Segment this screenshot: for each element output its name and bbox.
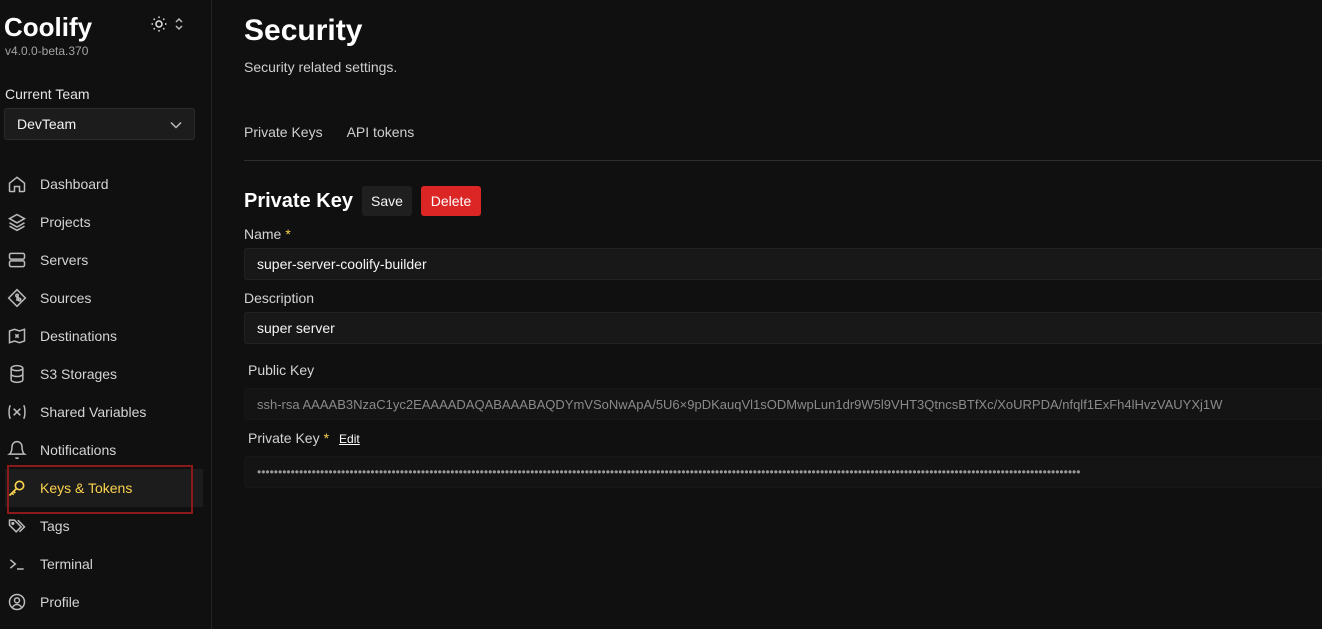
main-content: Security Security related settings. Priv…	[244, 0, 1322, 629]
sidebar-item-label: Projects	[40, 214, 91, 230]
profile-icon	[6, 591, 28, 613]
sidebar-item-tags[interactable]: Tags	[0, 507, 212, 545]
sidebar-item-label: Terminal	[40, 556, 93, 572]
sidebar-item-s3-storages[interactable]: S3 Storages	[0, 355, 212, 393]
save-button[interactable]: Save	[362, 186, 412, 216]
sidebar-item-notifications[interactable]: Notifications	[0, 431, 212, 469]
git-icon	[6, 287, 28, 309]
database-icon	[6, 363, 28, 385]
public-key-field[interactable]: ssh-rsa AAAAB3NzaC1yc2EAAAADAQABAAABAQDY…	[244, 388, 1322, 420]
private-key-label: Private Key * Edit	[248, 430, 360, 446]
tags-icon	[6, 515, 28, 537]
masked-value: ••••••••••••••••••••••••••••••••••••••••…	[257, 465, 1081, 479]
section-title: Private Key	[244, 190, 353, 212]
home-icon	[6, 173, 28, 195]
delete-button[interactable]: Delete	[421, 186, 481, 216]
sidebar-item-label: Shared Variables	[40, 404, 147, 420]
sidebar-item-label: S3 Storages	[40, 366, 118, 382]
page-subtitle: Security related settings.	[244, 59, 398, 75]
sun-icon	[150, 15, 168, 38]
team-select[interactable]: DevTeam	[4, 108, 195, 140]
name-field[interactable]: super-server-coolify-builder	[244, 248, 1322, 280]
variable-icon	[6, 401, 28, 423]
theme-toggle[interactable]	[150, 14, 190, 38]
destination-icon	[6, 325, 28, 347]
sidebar-item-profile[interactable]: Profile	[0, 583, 212, 621]
layers-icon	[6, 211, 28, 233]
sidebar-item-label: Keys & Tokens	[40, 480, 133, 496]
sidebar-item-label: Servers	[40, 252, 89, 268]
sidebar-item-dashboard[interactable]: Dashboard	[0, 165, 212, 203]
sidebar-item-destinations[interactable]: Destinations	[0, 317, 212, 355]
chevron-down-icon	[170, 116, 182, 132]
sidebar-item-label: Destinations	[40, 328, 118, 344]
current-team-label: Current Team	[5, 86, 90, 102]
sidebar-item-label: Profile	[40, 594, 80, 610]
edit-link[interactable]: Edit	[339, 432, 360, 446]
sidebar-item-shared-variables[interactable]: Shared Variables	[0, 393, 212, 431]
divider	[244, 160, 1322, 161]
tabs: Private Keys API tokens	[244, 124, 414, 140]
team-select-value: DevTeam	[17, 116, 77, 132]
sidebar-item-terminal[interactable]: Terminal	[0, 545, 212, 583]
tab-api-tokens[interactable]: API tokens	[347, 124, 415, 140]
sidebar-item-sources[interactable]: Sources	[0, 279, 212, 317]
required-mark: *	[285, 226, 291, 242]
private-key-field[interactable]: ••••••••••••••••••••••••••••••••••••••••…	[244, 456, 1322, 488]
server-icon	[6, 249, 28, 271]
sidebar-item-label: Dashboard	[40, 176, 109, 192]
public-key-label: Public Key	[248, 362, 315, 378]
sidebar-nav: Dashboard Projects Servers Sources Desti…	[0, 165, 212, 621]
bell-icon	[6, 439, 28, 461]
sidebar-item-label: Sources	[40, 290, 92, 306]
app-version: v4.0.0-beta.370	[5, 44, 89, 58]
sidebar-item-servers[interactable]: Servers	[0, 241, 212, 279]
sidebar: Coolify v4.0.0-beta.370 Current Team Dev…	[0, 0, 212, 629]
key-icon	[6, 477, 28, 499]
sidebar-item-label: Notifications	[40, 442, 117, 458]
page-title: Security	[244, 14, 363, 47]
private-key-label-text: Private Key	[248, 430, 320, 446]
app-logo[interactable]: Coolify	[4, 12, 92, 43]
name-label: Name *	[244, 226, 291, 242]
description-label: Description	[244, 290, 315, 306]
name-label-text: Name	[244, 226, 282, 242]
chevron-updown-icon	[174, 17, 184, 36]
tab-private-keys[interactable]: Private Keys	[244, 124, 323, 140]
required-mark: *	[323, 430, 330, 446]
description-field[interactable]: super server	[244, 312, 1322, 344]
sidebar-item-projects[interactable]: Projects	[0, 203, 212, 241]
terminal-icon	[6, 553, 28, 575]
sidebar-item-label: Tags	[40, 518, 70, 534]
sidebar-item-keys-tokens[interactable]: Keys & Tokens	[5, 469, 203, 507]
